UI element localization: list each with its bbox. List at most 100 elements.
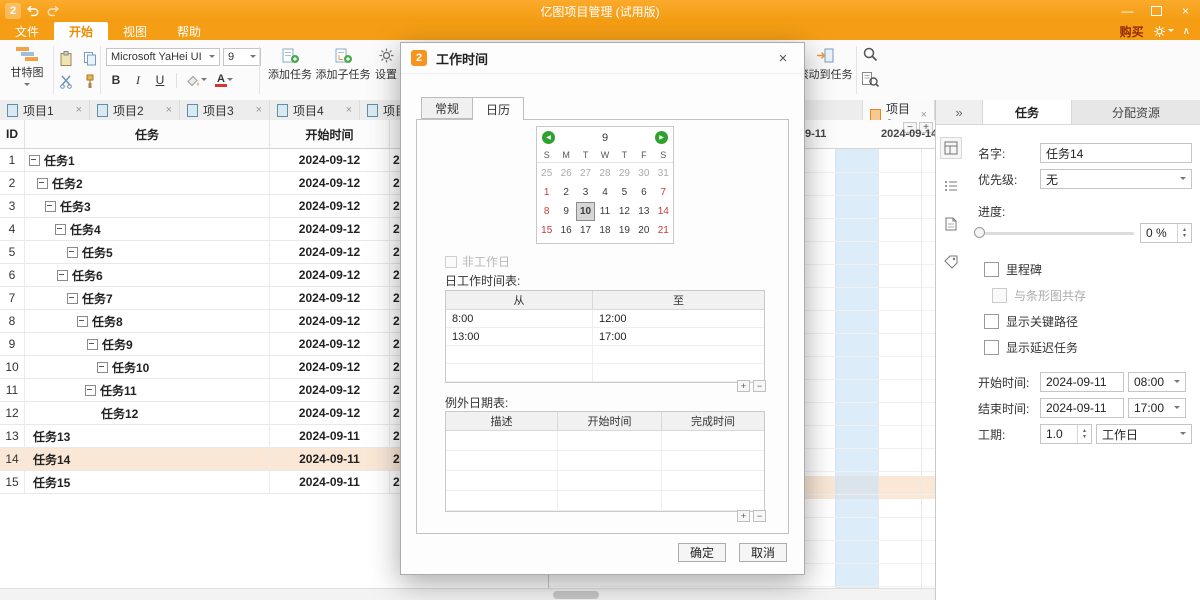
checkbox-row[interactable]: 显示关键路径 (970, 308, 1192, 334)
find-in-document-button[interactable] (861, 70, 880, 89)
redo-button[interactable] (43, 0, 65, 22)
project-tab[interactable]: 项目4× (270, 100, 360, 120)
exception-remove-button[interactable]: − (753, 510, 766, 522)
calendar-day[interactable]: 10 (576, 202, 595, 221)
close-icon[interactable]: × (76, 105, 82, 116)
calendar-day[interactable]: 8 (537, 202, 556, 221)
panel-view-tag-button[interactable] (940, 251, 962, 273)
maximize-button[interactable] (1142, 0, 1171, 22)
menu-tab[interactable]: 开始 (54, 22, 108, 40)
checkbox-row[interactable]: 显示延迟任务 (970, 334, 1192, 360)
close-icon[interactable]: × (346, 105, 352, 116)
copy-button[interactable] (81, 47, 99, 69)
panel-view-form-button[interactable] (940, 137, 962, 159)
calendar-day[interactable]: 6 (634, 183, 653, 202)
worktime-row[interactable] (446, 364, 764, 382)
bold-button[interactable]: B (106, 70, 126, 90)
calendar-day[interactable]: 18 (595, 221, 614, 240)
panel-view-list-button[interactable] (940, 175, 962, 197)
project-tab[interactable]: 项目3× (180, 100, 270, 120)
exception-row[interactable] (446, 451, 764, 471)
calendar-day[interactable]: 13 (634, 202, 653, 221)
calendar-day[interactable]: 5 (615, 183, 634, 202)
calendar-day[interactable]: 26 (556, 164, 575, 183)
checkbox[interactable] (984, 262, 999, 277)
calendar-day[interactable]: 7 (654, 183, 673, 202)
spinner-arrows-icon[interactable]: ▴▾ (1177, 224, 1191, 242)
end-time-select[interactable]: 17:00 (1128, 398, 1186, 418)
panel-tab[interactable]: 任务 (982, 100, 1071, 124)
calendar-next-button[interactable]: ▶ (655, 131, 668, 144)
close-icon[interactable]: × (166, 105, 172, 116)
search-button[interactable] (861, 45, 880, 64)
calendar-day[interactable]: 29 (615, 164, 634, 183)
exception-row[interactable] (446, 491, 764, 511)
font-color-button[interactable]: A (211, 70, 237, 90)
collapse-icon[interactable] (55, 224, 66, 235)
menu-tab[interactable]: 帮助 (162, 22, 216, 40)
calendar-day[interactable]: 12 (615, 202, 634, 221)
underline-button[interactable]: U (150, 70, 170, 90)
project-tab[interactable]: 项目1× (0, 100, 90, 120)
collapse-icon[interactable] (45, 201, 56, 212)
dialog-tab[interactable]: 常规 (421, 97, 473, 119)
ok-button[interactable]: 确定 (678, 543, 726, 562)
collapse-icon[interactable] (57, 270, 68, 281)
fill-color-button[interactable] (183, 70, 209, 90)
undo-button[interactable] (21, 0, 43, 22)
project-tab[interactable]: 项目2× (90, 100, 180, 120)
menu-tab[interactable]: 文件 (0, 22, 54, 40)
task-name-input[interactable]: 任务14 (1040, 143, 1192, 163)
calendar-day[interactable]: 11 (595, 202, 614, 221)
table-gantt-splitter[interactable] (548, 575, 549, 588)
end-date-input[interactable]: 2024-09-11 (1040, 398, 1124, 418)
font-family-select[interactable]: Microsoft YaHei UI (106, 48, 220, 66)
italic-button[interactable]: I (128, 70, 148, 90)
calendar-day[interactable]: 4 (595, 183, 614, 202)
buy-link[interactable]: 购买 (1120, 23, 1144, 40)
spinner-arrows-icon[interactable]: ▴▾ (1077, 425, 1091, 443)
start-time-select[interactable]: 08:00 (1128, 372, 1186, 392)
collapse-icon[interactable] (87, 339, 98, 350)
calendar-day[interactable]: 30 (634, 164, 653, 183)
column-header-id[interactable]: ID (0, 120, 25, 148)
dialog-tab[interactable]: 日历 (472, 97, 524, 120)
close-icon[interactable]: × (256, 105, 262, 116)
progress-slider[interactable] (974, 223, 1134, 243)
exception-row[interactable] (446, 431, 764, 451)
worktime-remove-button[interactable]: − (753, 380, 766, 392)
font-size-select[interactable]: 9 (223, 48, 261, 66)
panel-view-note-button[interactable] (940, 213, 962, 235)
scrollbar-thumb[interactable] (553, 591, 599, 599)
collapse-icon[interactable] (97, 362, 108, 373)
horizontal-scrollbar[interactable] (0, 588, 935, 600)
panel-collapse-button[interactable]: » (936, 100, 982, 124)
add-task-button[interactable]: 添加任务 (263, 47, 317, 82)
calendar-day[interactable]: 25 (537, 164, 556, 183)
collapse-icon[interactable] (67, 247, 78, 258)
collapse-icon[interactable] (67, 293, 78, 304)
gantt-view-button[interactable]: 甘特图 (2, 45, 52, 89)
duration-unit-select[interactable]: 工作日 (1096, 424, 1192, 444)
calendar-day[interactable]: 9 (556, 202, 575, 221)
dialog-close-button[interactable]: × (772, 47, 794, 69)
calendar-day[interactable]: 27 (576, 164, 595, 183)
worktime-row[interactable]: 13:0017:00 (446, 328, 764, 346)
calendar-day[interactable]: 31 (654, 164, 673, 183)
column-header-task[interactable]: 任务 (25, 120, 270, 148)
calendar-day[interactable]: 1 (537, 183, 556, 202)
paste-button[interactable] (57, 47, 75, 69)
cut-button[interactable] (57, 71, 75, 93)
calendar-day[interactable]: 17 (576, 221, 595, 240)
collapse-icon[interactable] (77, 316, 88, 327)
settings-gear-button[interactable] (1153, 25, 1174, 38)
duration-spinner[interactable]: 1.0 ▴▾ (1040, 424, 1092, 444)
calendar-day[interactable]: 2 (556, 183, 575, 202)
collapse-ribbon-button[interactable]: ∧ (1183, 26, 1190, 37)
progress-spinner[interactable]: 0 % ▴▾ (1140, 223, 1192, 243)
start-date-input[interactable]: 2024-09-11 (1040, 372, 1124, 392)
panel-tab[interactable]: 分配资源 (1071, 100, 1200, 124)
calendar-day[interactable]: 16 (556, 221, 575, 240)
slider-thumb[interactable] (974, 227, 985, 238)
calendar-day[interactable]: 20 (634, 221, 653, 240)
